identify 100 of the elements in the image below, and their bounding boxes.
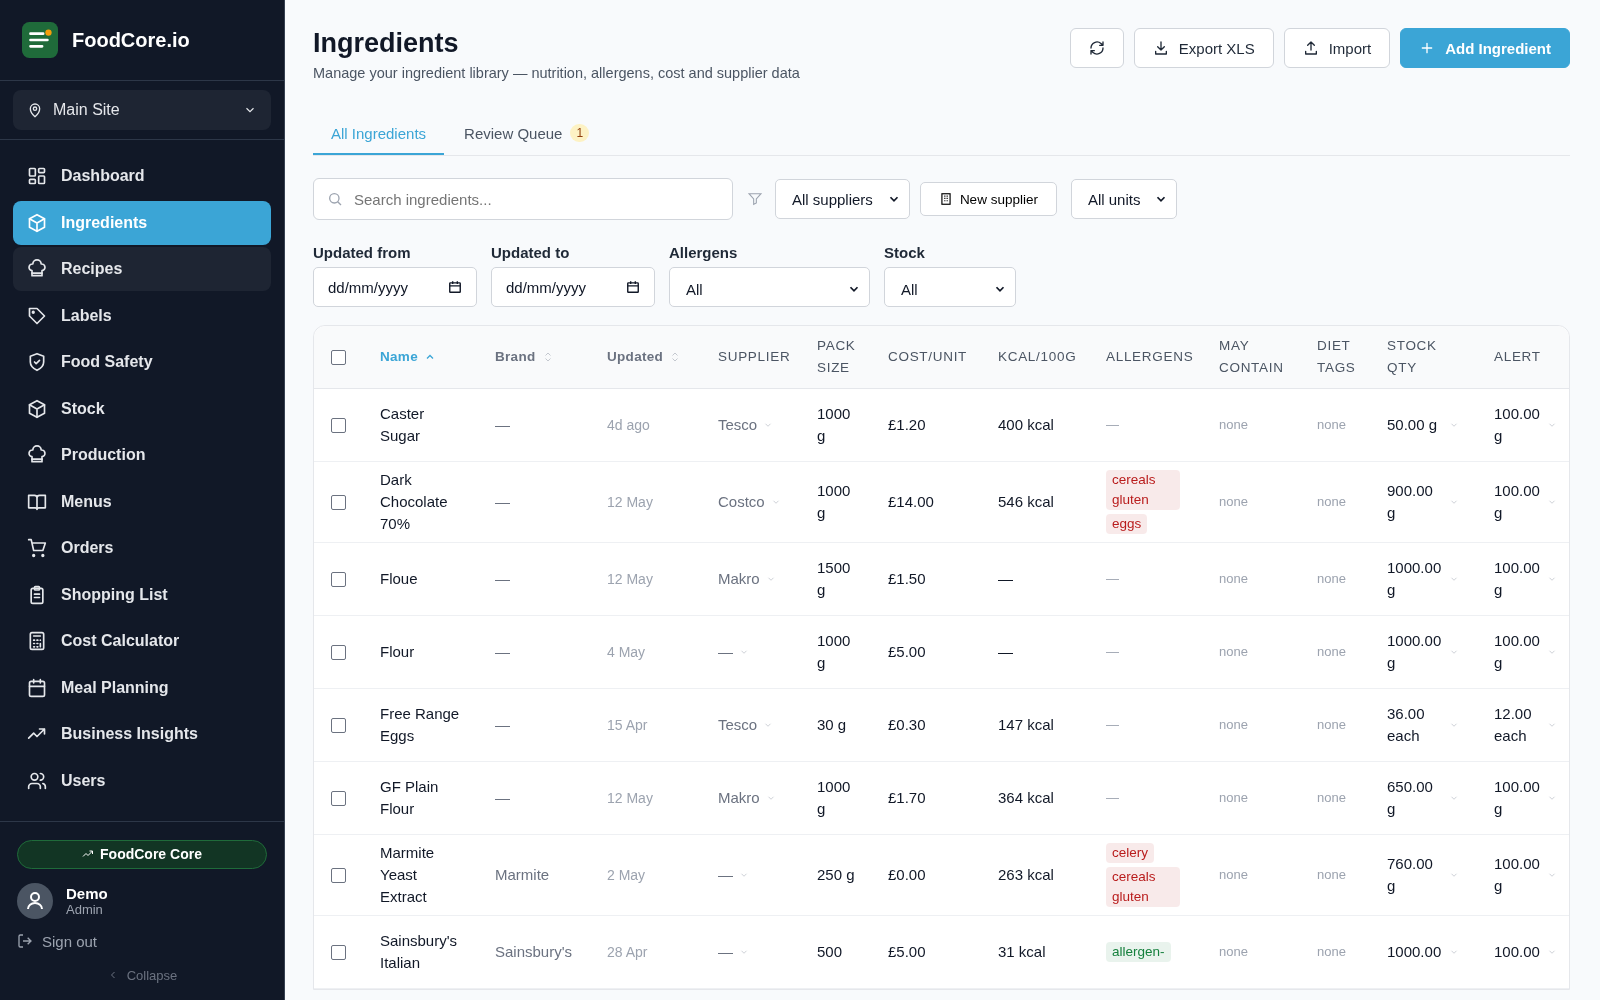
upload-icon xyxy=(1302,40,1319,56)
stock-qty: 50.00 g xyxy=(1387,415,1439,435)
plan-button[interactable]: FoodCore Core xyxy=(17,839,267,869)
refresh-button[interactable] xyxy=(1069,28,1124,68)
may-contain-cell-text: none xyxy=(1219,493,1248,511)
search-field[interactable]: Search ingredients... xyxy=(313,178,733,220)
pack-size: 1500 g xyxy=(817,558,852,600)
nav-item[interactable]: Menus xyxy=(13,479,271,524)
kcal-cell-text: — xyxy=(998,569,1013,589)
cost-cell-text: £5.00 xyxy=(888,642,926,662)
updated-date: 12 May xyxy=(607,789,653,808)
calendar-icon xyxy=(448,280,462,294)
collapse-link[interactable]: Collapse xyxy=(17,967,267,983)
allergen-tag: allergen- xyxy=(1106,942,1171,962)
kcal-cell-text: 400 kcal xyxy=(998,415,1054,435)
column-header: DIET TAGS xyxy=(1317,337,1356,377)
supplier-cell-text: Makro xyxy=(718,569,760,589)
nav-item[interactable]: Business Insights xyxy=(13,712,271,756)
nav-item[interactable]: Production xyxy=(13,433,271,477)
nav-item[interactable]: Meal Planning xyxy=(13,665,271,710)
brand-cell-text: Marmite xyxy=(495,865,550,885)
column-header[interactable]: Updated xyxy=(607,346,664,368)
checkbox[interactable] xyxy=(331,644,346,660)
export-button[interactable]: Export XLS xyxy=(1133,28,1274,68)
date-field[interactable]: dd/mm/yyyy xyxy=(313,267,477,307)
box-icon xyxy=(27,398,47,419)
avatar-icon xyxy=(17,882,53,919)
nav-item[interactable]: Stock xyxy=(13,386,271,431)
allergens-cell-text: — xyxy=(1106,643,1119,661)
cost-cell-text: £5.00 xyxy=(888,942,926,962)
sign-out-icon xyxy=(17,933,33,949)
alert-level: 100.00 g xyxy=(1494,404,1541,446)
column-header[interactable]: Brand xyxy=(495,346,536,368)
diet-tags-cell-text: none xyxy=(1317,789,1346,807)
search-icon xyxy=(327,191,343,207)
alert-level: 100.00 g xyxy=(1494,481,1541,523)
checkbox[interactable] xyxy=(331,417,346,433)
checkbox[interactable] xyxy=(331,494,346,510)
checkbox[interactable] xyxy=(331,717,346,733)
tag-icon xyxy=(27,305,47,326)
kcal-cell-text: 147 kcal xyxy=(998,715,1054,735)
nav-item[interactable]: Users xyxy=(13,758,271,803)
nav-item[interactable]: Dashboard xyxy=(13,154,271,198)
stock-qty: 1000.00 g xyxy=(1387,558,1443,600)
kcal-cell-text: 546 kcal xyxy=(998,492,1054,512)
may-contain-cell-text: none xyxy=(1219,943,1248,961)
page-title: Ingredients xyxy=(313,28,460,59)
column-header: SUPPLIER xyxy=(718,348,791,366)
nav-item[interactable]: Food Safety xyxy=(13,340,271,384)
download-icon xyxy=(1152,40,1169,56)
brand-cell-text: — xyxy=(495,788,510,808)
brand-cell-text: Sainsbury's xyxy=(495,942,573,962)
diet-tags-cell-text: none xyxy=(1317,716,1346,734)
filter-label: Updated to xyxy=(491,244,571,261)
supplier-cell-text: Tesco xyxy=(718,715,758,735)
nav-item[interactable]: Labels xyxy=(13,293,271,338)
kcal-cell-text: 31 kcal xyxy=(998,942,1046,962)
column-header: KCAL/100G xyxy=(998,348,1077,366)
chef-icon xyxy=(27,445,47,465)
trend-icon xyxy=(82,848,95,860)
checkbox[interactable] xyxy=(331,944,346,960)
allergens-cell-text: — xyxy=(1106,416,1119,434)
nav-item[interactable]: Cost Calculator xyxy=(13,619,271,663)
pack-size: 250 g xyxy=(817,865,856,885)
calendar-icon xyxy=(27,677,47,698)
tab[interactable]: Review Queue 1 xyxy=(446,113,608,155)
column-header: ALERT xyxy=(1494,348,1541,366)
nav-item[interactable]: Orders xyxy=(13,526,271,570)
checkbox[interactable] xyxy=(331,867,346,883)
pack-size: 500 xyxy=(817,942,844,962)
brand-cell-text: — xyxy=(495,492,510,512)
unit-select[interactable]: All units xyxy=(1070,179,1178,219)
site-selector[interactable]: Main Site xyxy=(13,90,271,130)
filter-select[interactable]: All xyxy=(884,267,1016,307)
supplier-cell-text: — xyxy=(718,642,733,662)
stock-qty: 36.00 each xyxy=(1387,704,1426,746)
new-supplier-button[interactable]: New supplier xyxy=(919,182,1057,216)
page-subtitle: Manage your ingredient library — nutrition, allergens, cost and supplier data xyxy=(313,65,800,81)
date-field[interactable]: dd/mm/yyyy xyxy=(491,267,655,307)
supplier-select[interactable]: All suppliers xyxy=(775,179,910,219)
checkbox[interactable] xyxy=(331,571,346,587)
sign-out-link[interactable]: Sign out xyxy=(17,932,267,950)
stock-qty: 760.00 g xyxy=(1387,854,1434,896)
allergens-cell-text: — xyxy=(1106,789,1119,807)
may-contain-cell-text: none xyxy=(1219,570,1248,588)
diet-tags-cell-text: none xyxy=(1317,493,1346,511)
import-button[interactable]: Import xyxy=(1283,28,1391,68)
column-header: ALLERGENS xyxy=(1106,348,1194,366)
checkbox[interactable] xyxy=(331,790,346,806)
cost-cell-text: £0.00 xyxy=(888,865,926,885)
ingredient-name: GF Plain Flour xyxy=(380,777,440,819)
diet-tags-cell-text: none xyxy=(1317,570,1346,588)
nav-item[interactable]: Recipes xyxy=(13,247,271,291)
checkbox[interactable] xyxy=(331,349,346,365)
allergens-cell-text: — xyxy=(1106,570,1119,588)
filter-select[interactable]: All xyxy=(669,267,870,307)
column-header: MAY CONTAIN xyxy=(1219,337,1284,377)
calendar-icon xyxy=(626,280,640,294)
nav-item[interactable]: Shopping List xyxy=(13,572,271,617)
filter-icon[interactable] xyxy=(747,191,763,207)
